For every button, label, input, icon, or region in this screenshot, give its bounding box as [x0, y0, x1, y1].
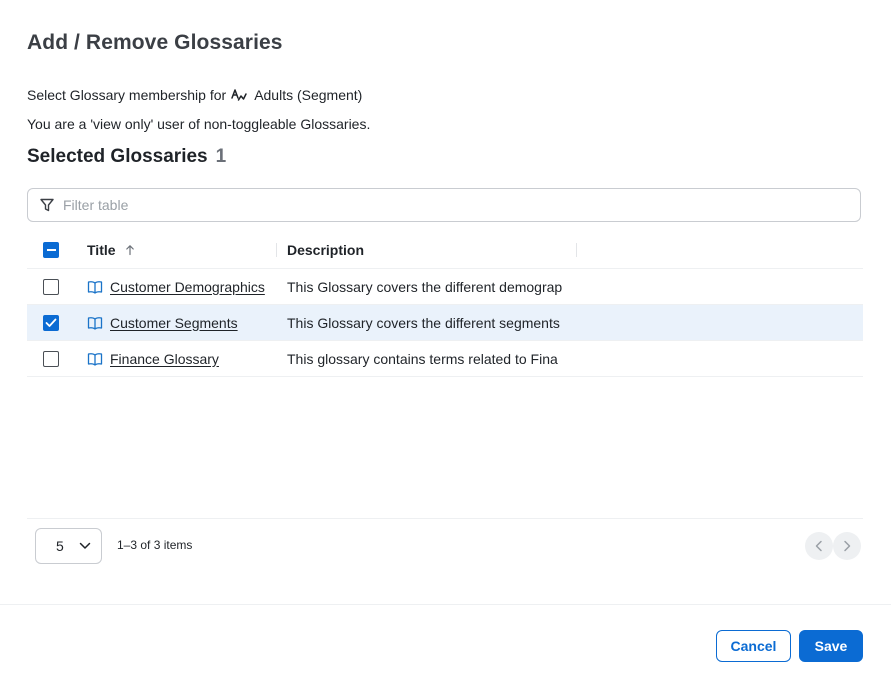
glossary-title-link[interactable]: Customer Demographics — [110, 279, 265, 295]
table-row[interactable]: Finance Glossary This glossary contains … — [27, 341, 863, 377]
column-divider — [276, 243, 277, 257]
column-divider — [576, 243, 577, 257]
table-row[interactable]: Customer Demographics This Glossary cove… — [27, 269, 863, 305]
segment-name: Adults (Segment) — [254, 87, 363, 103]
table-header-row: Title Description — [27, 232, 863, 269]
section-title-text: Selected Glossaries — [27, 146, 208, 167]
arrow-up-icon — [124, 244, 136, 256]
row-checkbox[interactable] — [43, 350, 59, 367]
dialog-title: Add / Remove Glossaries — [27, 31, 283, 54]
previous-page-button[interactable] — [805, 532, 833, 560]
save-button[interactable]: Save — [799, 630, 863, 662]
page-size-select[interactable]: 5 — [35, 528, 102, 564]
view-only-note: You are a 'view only' user of non-toggle… — [27, 116, 371, 132]
glossary-title-link[interactable]: Customer Segments — [110, 315, 238, 331]
row-checkbox[interactable] — [43, 278, 59, 295]
cancel-button[interactable]: Cancel — [716, 630, 791, 662]
glossary-description: This glossary contains terms related to … — [287, 350, 558, 367]
column-header-description[interactable]: Description — [277, 242, 577, 258]
pagination-divider — [27, 518, 863, 519]
chevron-right-icon — [844, 540, 851, 552]
add-remove-glossaries-dialog: Add / Remove Glossaries Select Glossary … — [0, 0, 891, 684]
membership-prefix: Select Glossary membership for — [27, 87, 227, 103]
checkmark-icon — [45, 318, 57, 327]
filter-icon — [39, 197, 55, 213]
column-header-title[interactable]: Title — [77, 242, 277, 258]
membership-line: Select Glossary membership for Adults (S… — [27, 87, 362, 103]
filter-input[interactable] — [63, 197, 823, 213]
filter-box[interactable] — [27, 188, 861, 222]
table-row[interactable]: Customer Segments This Glossary covers t… — [27, 305, 863, 341]
column-title-label: Title — [87, 242, 116, 258]
book-icon — [87, 352, 103, 366]
row-checkbox[interactable] — [43, 314, 59, 331]
chevron-down-icon — [79, 542, 91, 550]
column-description-label: Description — [287, 242, 365, 258]
chevron-left-icon — [815, 540, 822, 552]
book-icon — [87, 280, 103, 294]
glossary-description: This Glossary covers the different demog… — [287, 278, 563, 295]
section-title: Selected Glossaries 1 — [27, 146, 226, 168]
glossary-title-link[interactable]: Finance Glossary — [110, 351, 219, 367]
selected-count: 1 — [215, 146, 227, 167]
glossary-table: Title Description Customer Demographics … — [27, 232, 863, 377]
next-page-button[interactable] — [833, 532, 861, 560]
footer-divider — [0, 604, 891, 605]
book-icon — [87, 316, 103, 330]
page-size-value: 5 — [56, 538, 64, 554]
select-all-checkbox[interactable] — [43, 242, 59, 258]
segment-icon — [230, 87, 248, 103]
glossary-description: This Glossary covers the different segme… — [287, 314, 560, 331]
pagination-range: 1–3 of 3 items — [117, 538, 193, 552]
